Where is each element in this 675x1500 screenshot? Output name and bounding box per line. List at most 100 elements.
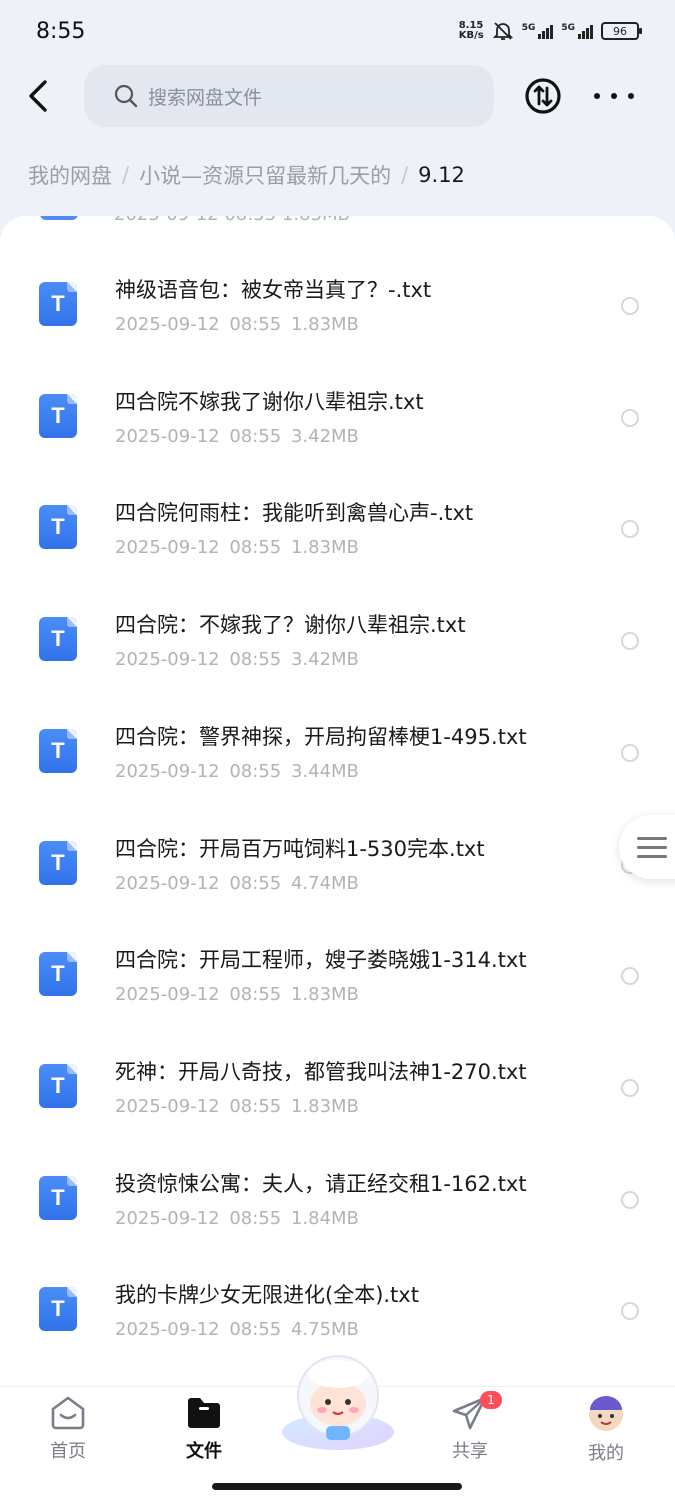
file-time: 08:55 bbox=[229, 649, 282, 671]
file-size: 1.83MB bbox=[290, 1095, 359, 1117]
search-input[interactable]: 搜索网盘文件 bbox=[84, 65, 494, 127]
transfer-list-button[interactable] bbox=[524, 77, 562, 115]
select-checkbox[interactable] bbox=[621, 1190, 639, 1209]
file-txt-icon: T bbox=[39, 393, 77, 438]
file-row[interactable]: T 投资惊悚公寓：夫人，请正经交租1-162.txt 2025-09-12 08:5… bbox=[0, 1146, 675, 1258]
file-txt-icon: T bbox=[39, 282, 77, 326]
file-row[interactable]: T 死神：开局八奇技，都管我叫法神1-270.txt 2025-09-12 08:5… bbox=[0, 1034, 675, 1146]
network-speed: 8.15 KB/s bbox=[459, 21, 484, 41]
search-icon bbox=[114, 84, 138, 108]
battery-level: 96 bbox=[613, 24, 627, 38]
file-row[interactable]: T 神级语音包：被女帝当真了？-.txt 2025-09-12 08:55 1.83… bbox=[0, 252, 675, 364]
file-time: 08:55 bbox=[229, 984, 282, 1006]
file-row[interactable]: T 四合院：不嫁我了？谢你八辈祖宗.txt 2025-09-12 08:55 3.4… bbox=[0, 587, 675, 699]
file-name: 四合院：开局百万吨饲料1-530完本.txt bbox=[115, 836, 485, 861]
breadcrumb-item-root[interactable]: 我的网盘 bbox=[28, 160, 112, 190]
tab-mine[interactable]: 我的 bbox=[566, 1395, 646, 1465]
file-icon-letter: T bbox=[51, 737, 65, 763]
file-time: 08:55 bbox=[229, 760, 282, 782]
file-time: 08:55 bbox=[229, 1207, 282, 1229]
file-txt-icon: T bbox=[39, 840, 77, 885]
file-name: 四合院：开局工程师，嫂子娄晓娥1-314.txt bbox=[115, 948, 527, 973]
file-icon-letter: T bbox=[51, 961, 65, 987]
file-meta: 2025-09-12 08:55 4.74MB bbox=[115, 873, 359, 894]
share-badge: 1 bbox=[480, 1391, 502, 1409]
file-size: 1.84MB bbox=[290, 1207, 359, 1229]
file-meta: 2025-09-12 08:55 1.84MB bbox=[115, 1208, 359, 1229]
status-bar: 8:55 8.15 KB/s 5G 5G 96 bbox=[0, 0, 675, 62]
file-icon-letter: T bbox=[51, 1072, 65, 1098]
file-meta: 2025-09-12 08:55 1.83MB bbox=[115, 984, 359, 1005]
file-txt-icon: T bbox=[39, 1063, 77, 1108]
file-row[interactable]: T 四合院：警界神探，开局拘留棒梗1-495.txt 2025-09-12 08:5… bbox=[0, 699, 675, 811]
file-name: 我的卡牌少女无限进化(全本).txt bbox=[115, 1283, 419, 1308]
file-size: 4.75MB bbox=[290, 1319, 359, 1341]
file-list: 2025-09-12 08:55 1.83MB T 神级语音包：被女帝当真了？-.… bbox=[0, 216, 675, 1386]
select-checkbox[interactable] bbox=[621, 1078, 639, 1097]
select-checkbox[interactable] bbox=[621, 408, 639, 427]
file-name: 神级语音包：被女帝当真了？-.txt bbox=[115, 278, 432, 302]
file-row[interactable]: T 四合院：开局工程师，嫂子娄晓娥1-314.txt 2025-09-12 08:5… bbox=[0, 922, 675, 1034]
menu-lines-icon bbox=[637, 836, 667, 840]
select-checkbox[interactable] bbox=[621, 297, 639, 315]
select-checkbox[interactable] bbox=[621, 1302, 639, 1321]
chevron-left-icon bbox=[29, 80, 47, 112]
file-txt-icon: T bbox=[39, 505, 77, 550]
bell-muted-icon bbox=[492, 22, 513, 40]
more-dots-icon bbox=[594, 93, 600, 99]
select-checkbox[interactable] bbox=[621, 743, 639, 762]
file-size: 3.44MB bbox=[290, 760, 359, 782]
file-time: 08:55 bbox=[229, 537, 282, 559]
folder-icon bbox=[188, 1398, 220, 1428]
file-icon-letter: T bbox=[51, 626, 65, 652]
tab-files[interactable]: 文件 bbox=[164, 1395, 244, 1465]
file-txt-icon: T bbox=[39, 952, 77, 997]
file-name: 四合院：警界神探，开局拘留棒梗1-495.txt bbox=[115, 724, 527, 749]
home-smile-icon bbox=[51, 1396, 85, 1430]
file-txt-icon: T bbox=[39, 1287, 77, 1332]
search-placeholder: 搜索网盘文件 bbox=[148, 86, 263, 109]
file-txt-icon: T bbox=[39, 728, 77, 773]
file-time: 08:55 bbox=[229, 1095, 282, 1117]
back-button[interactable] bbox=[20, 76, 56, 116]
floating-menu-button[interactable] bbox=[619, 815, 675, 879]
status-time: 8:55 bbox=[36, 18, 86, 44]
mascot-icon bbox=[282, 1355, 394, 1450]
file-date: 2025-09-12 bbox=[115, 1319, 220, 1341]
tab-home[interactable]: 首页 bbox=[28, 1395, 108, 1465]
breadcrumb-current: 9.12 bbox=[418, 163, 465, 187]
file-meta: 2025-09-12 08:55 1.83MB bbox=[115, 314, 359, 335]
file-time: 08:55 bbox=[229, 1319, 282, 1341]
file-size: 4.74MB bbox=[290, 872, 359, 894]
file-row[interactable]: T 四合院何雨柱：我能听到禽兽心声-.txt 2025-09-12 08:55 1.… bbox=[0, 475, 675, 587]
tab-share-label: 共享 bbox=[452, 1441, 488, 1462]
signal-sim2-icon: 5G bbox=[561, 23, 593, 39]
select-checkbox[interactable] bbox=[621, 520, 639, 539]
file-icon-letter: T bbox=[51, 402, 65, 428]
more-options-button[interactable] bbox=[594, 84, 634, 108]
file-meta: 2025-09-12 08:55 3.44MB bbox=[115, 761, 359, 782]
breadcrumb: 我的网盘 / 小说—资源只留最新几天的 / 9.12 bbox=[28, 160, 465, 190]
file-date: 2025-09-12 bbox=[115, 425, 220, 447]
breadcrumb-separator: / bbox=[122, 163, 130, 187]
file-meta: 2025-09-12 08:55 1.83MB bbox=[115, 537, 359, 558]
assistant-mascot-button[interactable] bbox=[278, 1352, 398, 1452]
tab-home-label: 首页 bbox=[50, 1441, 86, 1462]
file-row[interactable]: T 四合院不嫁我了谢你八辈祖宗.txt 2025-09-12 08:55 3.42M… bbox=[0, 364, 675, 476]
file-date: 2025-09-12 bbox=[115, 649, 220, 671]
tab-share[interactable]: 1 共享 bbox=[430, 1391, 510, 1465]
file-size: 1.83MB bbox=[290, 984, 359, 1006]
breadcrumb-item-folder[interactable]: 小说—资源只留最新几天的 bbox=[139, 160, 391, 190]
file-txt-icon bbox=[40, 216, 78, 220]
signal-sim1-icon: 5G bbox=[522, 23, 554, 39]
file-size: 1.83MB bbox=[290, 314, 359, 335]
select-checkbox[interactable] bbox=[621, 967, 639, 986]
status-icons: 8.15 KB/s 5G 5G 96 bbox=[459, 20, 642, 42]
file-date: 2025-09-12 bbox=[115, 760, 220, 782]
file-date: 2025-09-12 bbox=[115, 872, 220, 894]
file-icon-letter: T bbox=[51, 849, 65, 875]
file-row[interactable]: T 四合院：开局百万吨饲料1-530完本.txt 2025-09-12 08:55 … bbox=[0, 811, 675, 923]
file-time: 08:55 bbox=[229, 425, 282, 447]
select-checkbox[interactable] bbox=[621, 632, 639, 651]
file-meta-partial: 2025-09-12 08:55 1.83MB bbox=[114, 216, 350, 225]
